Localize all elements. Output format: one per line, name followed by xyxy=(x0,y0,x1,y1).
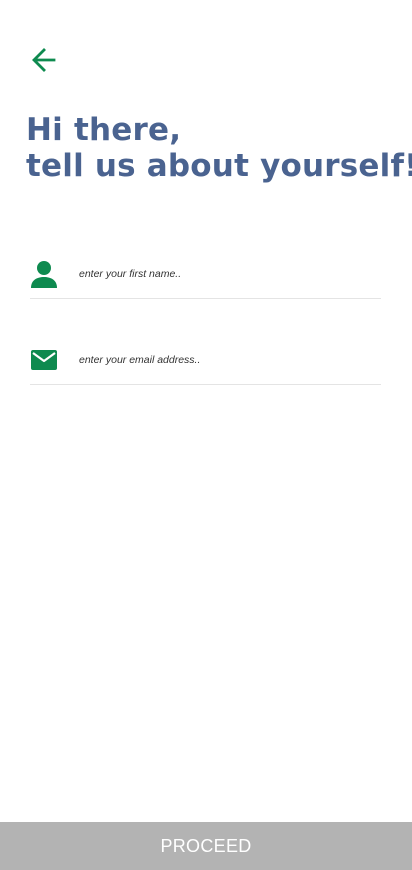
back-button[interactable] xyxy=(28,44,60,76)
page-title-line-2: tell us about yourself! xyxy=(26,148,412,184)
arrow-left-icon xyxy=(32,48,56,72)
person-icon xyxy=(30,258,58,290)
email-input[interactable] xyxy=(79,350,369,370)
proceed-button[interactable]: PROCEED xyxy=(0,822,412,870)
page-title-line-1: Hi there, xyxy=(26,112,182,148)
first-name-input[interactable] xyxy=(79,264,369,284)
email-field xyxy=(30,344,381,385)
envelope-icon xyxy=(30,344,58,376)
first-name-field xyxy=(30,258,381,299)
page-title: Hi there, tell us about yourself! xyxy=(26,112,412,184)
